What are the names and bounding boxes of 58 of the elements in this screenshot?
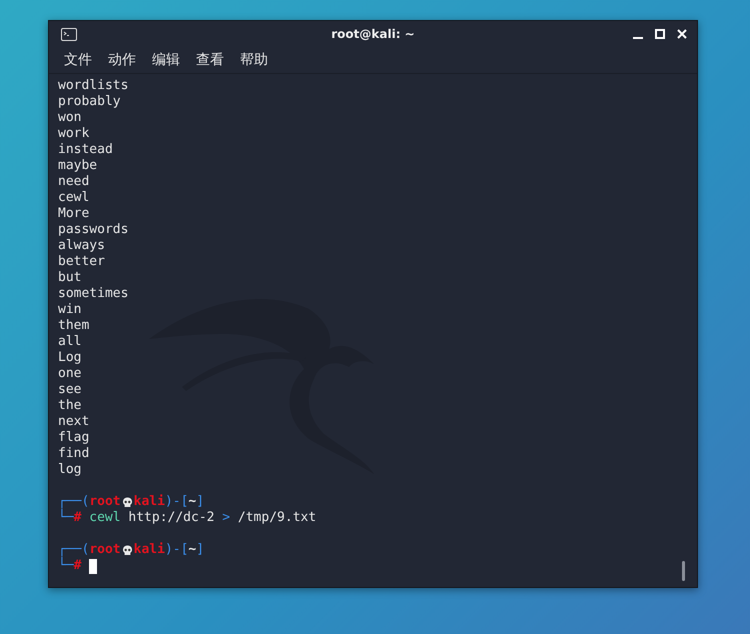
- menu-item[interactable]: 文件: [64, 51, 92, 69]
- output-line: work: [58, 126, 90, 142]
- prompt-bracket: )-[: [164, 494, 188, 510]
- output-line: wordlists: [58, 78, 130, 94]
- terminal-icon: [61, 28, 77, 40]
- output-line: need: [58, 174, 90, 190]
- prompt-corner: └─: [58, 558, 74, 574]
- output-line: instead: [58, 142, 114, 158]
- window-title: root@kali: ~: [331, 27, 415, 41]
- output-line: maybe: [58, 158, 98, 174]
- prompt-sign: #: [74, 558, 82, 574]
- prompt-user: root: [89, 542, 121, 558]
- output-line: all: [58, 334, 82, 350]
- prompt-corner: ┌──(: [58, 494, 90, 509]
- output-line: flag: [58, 430, 90, 446]
- menu-item[interactable]: 帮助: [240, 51, 268, 69]
- output-line: passwords: [58, 222, 130, 238]
- prompt-directory: ~: [188, 494, 196, 510]
- output-line: won: [58, 110, 82, 126]
- skull-icon: [122, 496, 133, 508]
- output-line: win: [58, 302, 82, 318]
- prompt-host: kali: [134, 494, 165, 510]
- output-line: better: [58, 254, 106, 270]
- command-token: /tmp/9.txt: [238, 510, 316, 526]
- output-line: sometimes: [58, 286, 130, 302]
- maximize-icon[interactable]: [655, 29, 665, 39]
- command-token: cewl: [89, 510, 121, 526]
- output-line: one: [58, 366, 82, 382]
- close-icon[interactable]: [677, 29, 687, 39]
- prompt-bracket: ]: [196, 494, 204, 510]
- output-line: log: [58, 462, 82, 478]
- prompt-bracket: ]: [196, 542, 204, 558]
- menu-item[interactable]: 查看: [196, 51, 224, 69]
- prompt-corner: └─: [58, 510, 74, 526]
- output-line: the: [58, 398, 82, 414]
- skull-icon: [122, 544, 133, 556]
- scrollbar-thumb[interactable]: [682, 561, 685, 581]
- command-token: >: [222, 510, 230, 526]
- menu-item[interactable]: 动作: [108, 51, 136, 69]
- prompt-host: kali: [134, 542, 165, 558]
- output-line: always: [58, 238, 106, 254]
- output-line: find: [58, 446, 90, 462]
- output-line: cewl: [58, 190, 90, 206]
- prompt-sign: #: [74, 510, 82, 526]
- prompt-user: root: [89, 494, 121, 510]
- output-line: them: [58, 318, 90, 334]
- output-line: Log: [58, 350, 82, 366]
- output-line: see: [58, 382, 82, 398]
- output-line: but: [58, 270, 82, 286]
- command-token: http://dc-2: [128, 510, 214, 526]
- output-line: More: [58, 206, 90, 222]
- prompt-directory: ~: [188, 542, 196, 558]
- output-line: next: [58, 414, 90, 430]
- prompt-corner: ┌──(: [58, 542, 90, 557]
- menu-item[interactable]: 编辑: [152, 51, 180, 69]
- output-line: probably: [58, 94, 122, 110]
- prompt-bracket: )-[: [164, 542, 188, 558]
- text-cursor: [89, 558, 98, 574]
